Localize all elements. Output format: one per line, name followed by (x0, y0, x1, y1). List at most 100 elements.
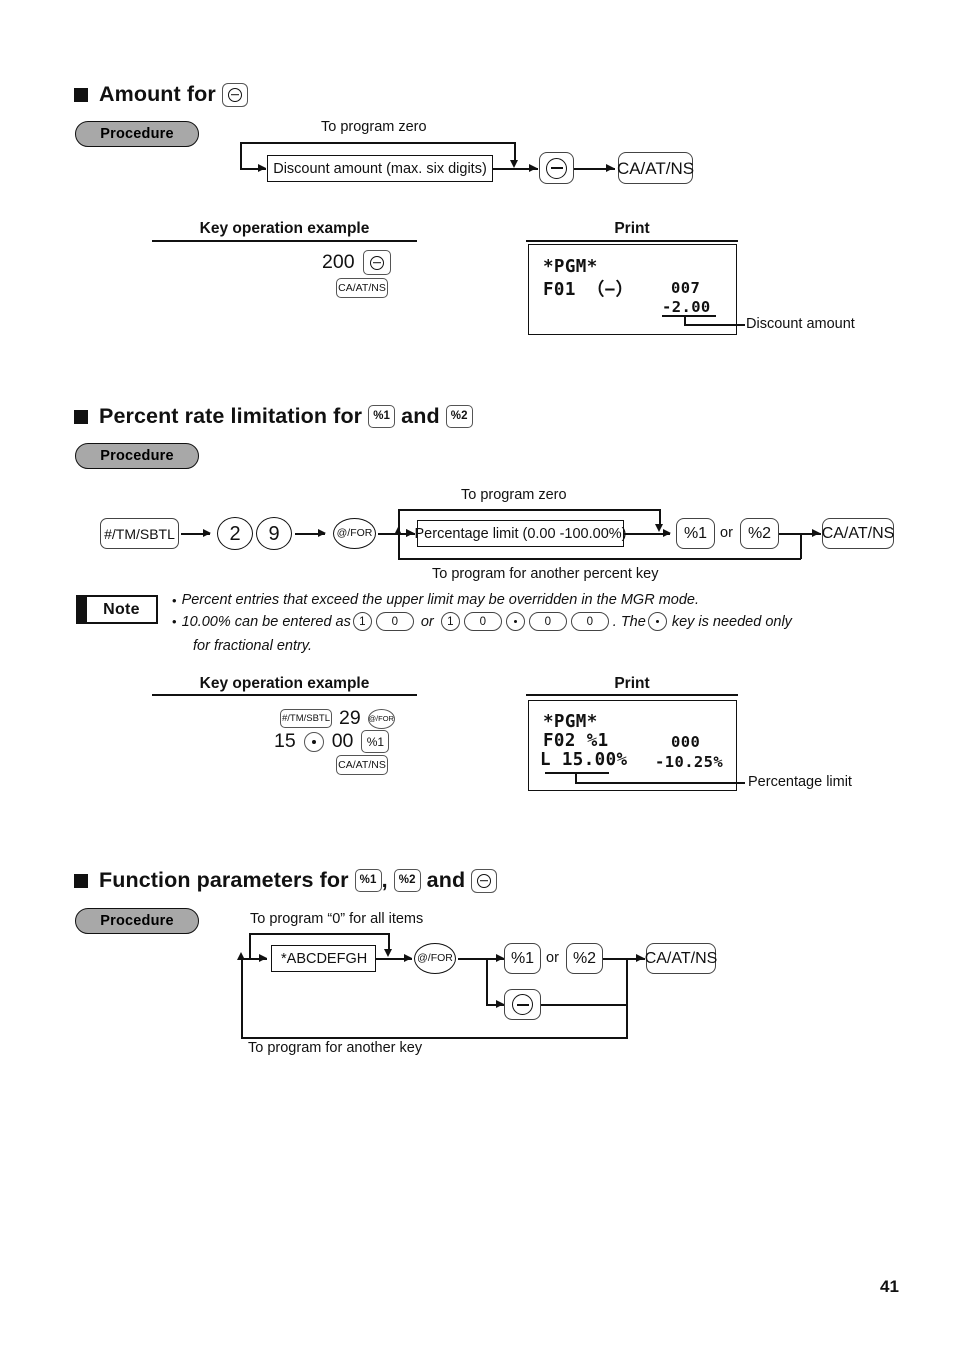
flow3-loop-left-vline (241, 958, 243, 1038)
flow3-arrow-a (404, 954, 412, 962)
flow1-print-line-1: *PGM* (543, 257, 598, 277)
flow2-digit-2-key[interactable]: 2 (217, 517, 253, 550)
flow2-bypass-bottom-label: To program for another percent key (432, 566, 659, 582)
flow1-discount-amount-box: Discount amount (max. six digits) (267, 155, 493, 182)
flow2-print-line-3-left: L 15.00% (540, 750, 628, 770)
flow1-print-line-3-right: -2.00 (662, 298, 711, 316)
flow2-arrow-e (812, 529, 820, 537)
bullet-icon: • (172, 614, 177, 629)
flow1-bypass-top-hline (240, 142, 515, 144)
flow2-tm-sbtl-key[interactable]: #/TM/SBTL (100, 518, 179, 549)
procedure-badge-2: Procedure (75, 443, 199, 469)
flow2-percent1-key[interactable]: %1 (676, 518, 715, 549)
flow3-percent1-key[interactable]: %1 (504, 943, 541, 974)
procedure-badge-3: Procedure (75, 908, 199, 934)
section-heading-amount-for: Amount for (74, 82, 248, 107)
note-badge-label: Note (103, 600, 140, 618)
percent2-key-icon: %2 (445, 405, 473, 428)
section-title-text: Amount for (99, 82, 216, 106)
digit-0-key-icon: 0 (528, 612, 567, 631)
section-bullet-icon (74, 873, 88, 888)
section-bullet-icon (74, 87, 88, 102)
decimal-point-key-icon (647, 612, 667, 631)
example-number-b: 00 (331, 730, 354, 752)
note-bullet-2-text-c: key is needed only (671, 613, 792, 630)
flow3-loop-arrowhead-up (237, 952, 245, 960)
note-bullet-1: • Percent entries that exceed the upper … (172, 592, 699, 608)
flow3-branch-vline (486, 958, 488, 1005)
flow3-merge-hline (541, 1004, 627, 1006)
flow1-entry-arrowhead (258, 164, 266, 172)
flow2-at-for-key[interactable]: @/FOR (333, 518, 376, 549)
bullet-icon: • (172, 592, 177, 608)
flow2-bypass-bottom-hline (398, 558, 801, 560)
flow3-ca-at-ns-key[interactable]: CA/AT/NS (645, 943, 717, 974)
flow2-example-header: Key operation example (199, 675, 370, 692)
flow2-bypass-bottom-right-vline (800, 533, 802, 559)
note-bullet-2-continued: for fractional entry. (193, 638, 312, 654)
flow3-arrow-b (496, 954, 504, 962)
flow1-minus-key[interactable] (539, 152, 574, 184)
decimal-point-key-icon (505, 612, 525, 631)
section-title-comma: , (381, 868, 388, 892)
percent1-key-icon: %1 (354, 869, 382, 892)
minus-key-icon (221, 82, 248, 107)
flow1-bypass-left-vline (240, 142, 242, 169)
flow3-bypass-top-left-vline (249, 933, 251, 959)
flow1-ca-at-ns-key[interactable]: CA/AT/NS (617, 152, 694, 184)
circled-minus-glyph (369, 255, 384, 270)
flow2-print-line-2-left: F02 %1 (543, 731, 609, 751)
flow1-example-rule (152, 240, 417, 242)
flow3-bypass-bottom-label: To program for another key (248, 1040, 423, 1056)
flow1-to-total-arrowhead (606, 164, 614, 172)
flow2-percent2-key[interactable]: %2 (740, 518, 779, 549)
flow2-callout-hline (575, 782, 745, 784)
ca-at-ns-key[interactable]: CA/AT/NS (336, 755, 388, 775)
tm-sbtl-key[interactable]: #/TM/SBTL (280, 709, 332, 728)
minus-key-icon[interactable] (362, 250, 391, 275)
digit-0-key-icon: 0 (570, 612, 609, 631)
note-bullet-1-text: Percent entries that exceed the upper li… (181, 592, 699, 608)
flow2-ca-at-ns-key[interactable]: CA/AT/NS (822, 518, 894, 549)
flow2-entry-arrowhead (406, 529, 414, 537)
flow3-loop-right-vline (626, 1004, 628, 1038)
circled-minus-glyph (477, 873, 492, 888)
flow2-print-line-1: *PGM* (543, 712, 598, 732)
flow1-callout-hline (684, 324, 745, 326)
flow2-print-line-3-right: -10.25% (655, 753, 724, 771)
percent2-key-icon: %2 (393, 869, 421, 892)
flow2-arrow-a (203, 529, 211, 537)
note-bullet-2: • 10.00% can be entered as 1 0 or 1 0 0 … (172, 612, 792, 631)
page-number: 41 (880, 1277, 899, 1296)
flow2-example-row-3: CA/AT/NS (336, 755, 388, 775)
flow3-bypass-top-hline (249, 933, 389, 935)
percent1-key-icon: %1 (368, 405, 396, 428)
flow3-minus-key[interactable] (504, 989, 541, 1020)
flow3-arrow-d (636, 954, 644, 962)
flow1-bypass-arrowhead (510, 160, 518, 168)
flow2-bypass-bottom-arrowhead-up (394, 527, 402, 535)
flow1-example-header: Key operation example (199, 220, 370, 237)
at-for-key[interactable]: @/FOR (367, 708, 395, 729)
flow2-example-row-1: #/TM/SBTL 29 @/FOR (280, 707, 395, 730)
flow1-print-header: Print (614, 220, 650, 237)
section-bullet-icon (74, 409, 88, 424)
flow3-at-for-key[interactable]: @/FOR (414, 943, 456, 974)
flow2-bypass-top-hline (398, 509, 660, 511)
percent1-key[interactable]: %1 (361, 730, 390, 753)
note-bullet-2-text-d: for fractional entry. (193, 638, 313, 654)
section-title-conjunction: and (401, 404, 440, 428)
decimal-point-key[interactable] (303, 731, 324, 752)
flow2-print-underline (545, 772, 609, 774)
flow2-callout-label: Percentage limit (748, 774, 852, 790)
flow1-to-minus-arrowhead (529, 164, 537, 172)
digit-1-key-icon: 1 (440, 612, 460, 631)
flow1-example-row-2: CA/AT/NS (336, 278, 388, 298)
flow1-print-rule (526, 240, 738, 242)
flow2-digit-9-key[interactable]: 9 (256, 517, 292, 550)
flow3-percent2-key[interactable]: %2 (566, 943, 603, 974)
ca-at-ns-key[interactable]: CA/AT/NS (336, 278, 388, 298)
example-number: 200 (322, 251, 355, 273)
section-title-text: Function parameters for (99, 868, 349, 892)
flow1-bypass-label: To program zero (321, 119, 427, 135)
